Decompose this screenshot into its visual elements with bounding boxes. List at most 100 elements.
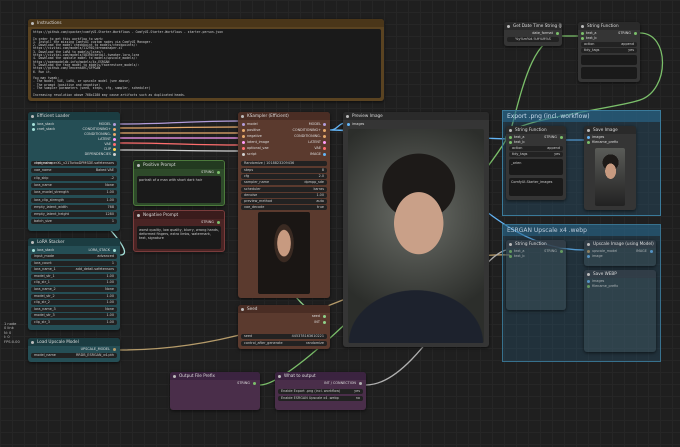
enable-esrgan-toggle[interactable]: Enable ESRGAN Upscale x4 .webp no bbox=[278, 396, 363, 401]
negative-prompt-node[interactable]: Negative Prompt STRING worst quality, lo… bbox=[133, 210, 225, 252]
ksampler-output[interactable]: MODEL bbox=[309, 122, 326, 126]
lora-stacker-widget[interactable]: lora_name_2 None bbox=[31, 287, 117, 292]
ksampler-output-dot[interactable] bbox=[323, 134, 326, 138]
lora-stacker-widget[interactable]: lora_count 1 bbox=[31, 260, 117, 266]
string-top-input-b[interactable]: text_b bbox=[581, 36, 597, 40]
efficient-loader-widget[interactable]: lora_model_strength 1.00 bbox=[31, 190, 117, 196]
export-string-tidy[interactable]: tidy_tags yes bbox=[509, 152, 563, 157]
ksampler-widget[interactable]: scheduler karras bbox=[241, 186, 327, 192]
efficient-loader-input[interactable]: lora_stack bbox=[32, 122, 54, 126]
ksampler-output-dot[interactable] bbox=[323, 128, 326, 132]
ksampler-output-dot[interactable] bbox=[323, 140, 326, 144]
get-date-time-node[interactable]: Get Date Time String (JPS) date_format %… bbox=[504, 22, 562, 46]
efficient-loader-output-dot[interactable] bbox=[113, 152, 116, 156]
lora-stack-output[interactable]: LORA_STACK bbox=[88, 248, 116, 252]
string-top-input-a[interactable]: text_a bbox=[581, 31, 596, 35]
efficient-loader-output[interactable]: MODEL bbox=[99, 122, 116, 126]
save-webp-input-prefix[interactable]: filename_prefix bbox=[587, 284, 618, 288]
efficient-loader-node[interactable]: Efficient Loader lora_stack cnet_stack MOD… bbox=[28, 112, 120, 231]
esrgan-string-output[interactable]: STRING bbox=[544, 249, 563, 253]
efficient-loader-input-dot[interactable] bbox=[32, 127, 35, 131]
efficient-loader-input[interactable]: cnet_stack bbox=[32, 127, 55, 131]
lora-stacker-widget[interactable]: lora_name_3 None bbox=[31, 306, 117, 312]
efficient-loader-widget[interactable]: vae_name Baked VAE bbox=[31, 168, 117, 174]
efficient-loader-output-dot[interactable] bbox=[113, 142, 116, 146]
date-format-widget[interactable]: %y%m%d-%H%M%S bbox=[507, 37, 559, 42]
ksampler-input[interactable]: latent_image bbox=[242, 140, 269, 144]
export-string-textbox2[interactable]: ComfyUI-Starter_images bbox=[509, 178, 563, 196]
lora-stacker-node[interactable]: LoRA Stacker LORA_STACK lora_stack input… bbox=[28, 238, 120, 330]
save-webp-input-images[interactable]: images bbox=[587, 279, 604, 283]
ksampler-output-dot[interactable] bbox=[323, 152, 326, 156]
export-string-action[interactable]: action append bbox=[509, 146, 563, 151]
ksampler-widget[interactable]: vae_decode true bbox=[241, 205, 327, 211]
efficient-loader-output[interactable]: DEPENDENCIES bbox=[85, 152, 116, 156]
ksampler-output[interactable]: CONDITIONING+ bbox=[293, 128, 326, 132]
instructions-node[interactable]: Instructions https://github.com/cpacker/… bbox=[28, 19, 384, 101]
efficient-loader-widget[interactable]: lora_name None bbox=[31, 182, 117, 188]
lora-stack-input[interactable]: lora_stack bbox=[32, 248, 54, 252]
lora-stacker-widget[interactable]: clip_str_1 1.00 bbox=[31, 280, 117, 286]
lora-stacker-widget[interactable]: model_str_2 1.00 bbox=[31, 293, 117, 299]
ksampler-input-dot[interactable] bbox=[242, 134, 245, 138]
efficient-loader-output[interactable]: CONDITIONING- bbox=[84, 132, 116, 136]
ksampler-input[interactable]: optional_vae bbox=[242, 146, 269, 150]
ksampler-input-dot[interactable] bbox=[242, 146, 245, 150]
efficient-loader-output[interactable]: CLIP bbox=[104, 147, 116, 151]
upscale-image-node[interactable]: Upscale Image (using Model) upscale_mode… bbox=[584, 240, 656, 266]
output-file-prefix-output[interactable]: STRING bbox=[237, 381, 256, 385]
ksampler-output[interactable]: CONDITIONING- bbox=[294, 134, 326, 138]
positive-prompt-output[interactable]: STRING bbox=[201, 170, 220, 174]
lora-stacker-widget[interactable]: input_mode advanced bbox=[31, 254, 117, 259]
ksampler-widget[interactable]: denoise 1.00 bbox=[241, 192, 327, 198]
ksampler-input-dot[interactable] bbox=[242, 152, 245, 156]
preview-image-input[interactable]: images bbox=[347, 122, 364, 126]
save-webp-node[interactable]: Save WEBP images filename_prefix bbox=[584, 270, 656, 352]
efficient-loader-widget[interactable]: empty_latent_width 768 bbox=[31, 204, 117, 210]
ksampler-output[interactable]: LATENT bbox=[308, 140, 326, 144]
efficient-loader-output-dot[interactable] bbox=[113, 127, 116, 131]
save-image-input-images[interactable]: images bbox=[587, 135, 604, 139]
lora-stacker-widget[interactable]: clip_str_2 1.00 bbox=[31, 300, 117, 306]
export-string-input-b[interactable]: text_b bbox=[509, 140, 525, 144]
esrgan-string-function-node[interactable]: String Function text_a STRING text_b bbox=[506, 240, 566, 310]
efficient-loader-output-dot[interactable] bbox=[113, 137, 116, 141]
control-after-generate-widget[interactable]: control_after_generate randomize bbox=[241, 341, 327, 346]
save-image-node[interactable]: Save Image images filename_prefix bbox=[584, 126, 636, 210]
efficient-loader-output[interactable]: CONDITIONING+ bbox=[83, 127, 116, 131]
efficient-loader-output-dot[interactable] bbox=[113, 147, 116, 151]
string-top-tidy[interactable]: tidy_tags yes bbox=[581, 48, 637, 53]
efficient-loader-widget[interactable]: ckpt_name dreamshaperXL_v21TurboDPMSDE.sa… bbox=[31, 161, 117, 166]
enable-export-png-toggle[interactable]: Enable Export .png (incl. workflow) yes bbox=[278, 389, 363, 394]
lora-stacker-widget[interactable]: clip_str_3 1.00 bbox=[31, 320, 117, 325]
seed-randomize-widget[interactable]: Randomize / 1018823209436 bbox=[241, 161, 327, 166]
ksampler-input[interactable]: negative bbox=[242, 134, 262, 138]
ksampler-input-dot[interactable] bbox=[242, 128, 245, 132]
ksampler-widget[interactable]: steps 8 bbox=[241, 168, 327, 173]
output-file-prefix-node[interactable]: Output File Prefix STRING bbox=[170, 372, 260, 410]
string-function-top-node[interactable]: String Function text_a STRING text_b act… bbox=[578, 22, 640, 82]
efficient-loader-input-dot[interactable] bbox=[32, 122, 35, 126]
efficient-loader-output-dot[interactable] bbox=[113, 122, 116, 126]
lora-stacker-widget[interactable]: model_str_1 1.00 bbox=[31, 273, 117, 279]
string-top-textbox2[interactable] bbox=[581, 67, 637, 79]
ksampler-widget[interactable]: sampler_name dpmpp_sde bbox=[241, 180, 327, 186]
export-string-output[interactable]: STRING bbox=[544, 135, 563, 139]
string-top-output[interactable]: STRING bbox=[618, 31, 637, 35]
load-upscale-model-node[interactable]: Load Upscale Model UPSCALE_MODEL model_n… bbox=[28, 338, 120, 362]
seed-value-widget[interactable]: seed 445378163610221 bbox=[241, 334, 327, 339]
lora-stacker-widget[interactable]: lora_name_1 add_detail.safetensors bbox=[31, 267, 117, 273]
efficient-loader-widget[interactable]: lora_clip_strength 1.00 bbox=[31, 197, 117, 203]
ksampler-output-dot[interactable] bbox=[323, 146, 326, 150]
save-image-input-prefix[interactable]: filename_prefix bbox=[587, 140, 618, 144]
efficient-loader-widget[interactable]: batch_size 1 bbox=[31, 219, 117, 225]
efficient-loader-output[interactable]: VAE bbox=[104, 142, 116, 146]
seed-node[interactable]: Seed seed INT seed 445378163610221 contro… bbox=[238, 305, 330, 349]
ksampler-input[interactable]: script bbox=[242, 152, 256, 156]
ksampler-node[interactable]: KSampler (Efficient) Randomize / 1018823… bbox=[238, 112, 330, 298]
ksampler-widget[interactable]: preview_method auto bbox=[241, 199, 327, 204]
export-string-input-a[interactable]: text_a bbox=[509, 135, 524, 139]
upscale-model-select[interactable]: model_name RRDB_ESRGAN_x4.pth bbox=[31, 353, 117, 358]
what-to-output-node[interactable]: What to output INT / CONNECTION Enable E… bbox=[275, 372, 366, 410]
ksampler-output[interactable]: IMAGE bbox=[310, 152, 326, 156]
